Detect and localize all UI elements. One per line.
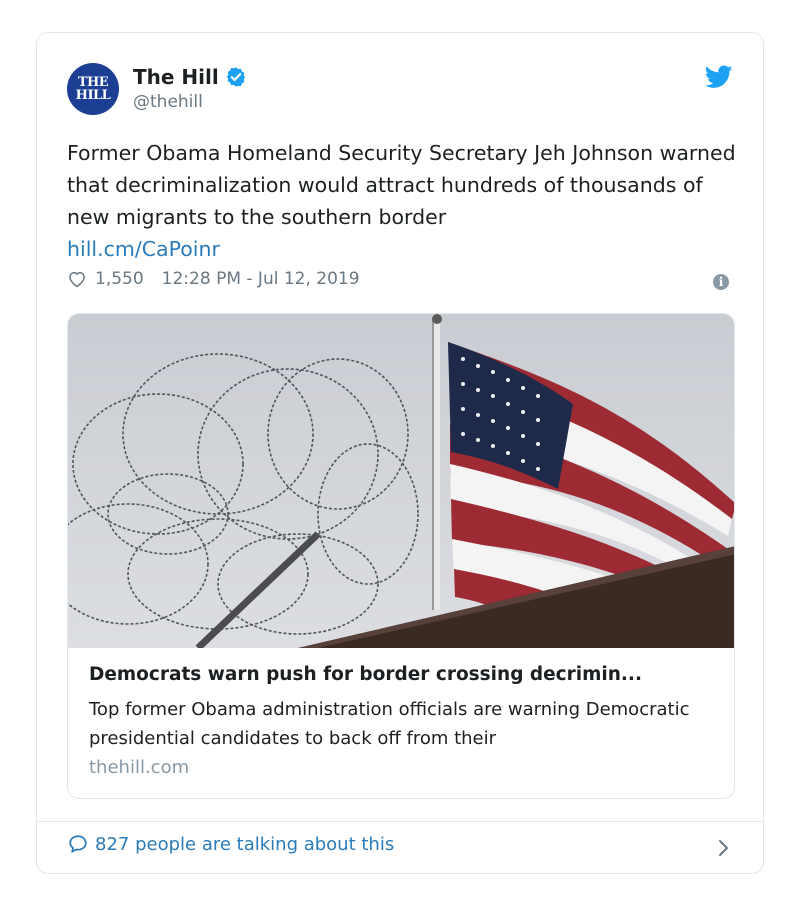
- avatar-text-line2: HILL: [75, 88, 111, 103]
- info-icon[interactable]: i: [713, 274, 729, 290]
- author-name[interactable]: The Hill: [133, 65, 219, 89]
- divider: [37, 821, 763, 822]
- link-card-description: Top former Obama administration official…: [89, 699, 690, 749]
- conversation-text[interactable]: 827 people are talking about this: [95, 834, 394, 855]
- tweet-embed-card: THE HILL The Hill @thehill Former Obama …: [36, 32, 764, 874]
- verified-icon: [226, 67, 245, 87]
- comment-bubble-icon: [69, 835, 87, 853]
- link-preview-image[interactable]: [68, 314, 735, 648]
- link-card-title[interactable]: Democrats warn push for border crossing …: [89, 664, 719, 685]
- link-preview-card[interactable]: Democrats warn push for border crossing …: [67, 313, 735, 799]
- link-card-domain: thehill.com: [89, 757, 190, 778]
- conversation-link[interactable]: 827 people are talking about this: [67, 833, 394, 855]
- avatar[interactable]: THE HILL: [67, 63, 119, 115]
- timestamp[interactable]: 12:28 PM - Jul 12, 2019: [162, 269, 360, 289]
- tweet-body: Former Obama Homeland Security Secretary…: [67, 141, 736, 229]
- author-name-row[interactable]: The Hill: [133, 65, 247, 89]
- like-count[interactable]: 1,550: [95, 269, 144, 289]
- tweet-link[interactable]: hill.cm/CaPoinr: [67, 233, 747, 265]
- chevron-right-icon[interactable]: [717, 837, 731, 859]
- heart-icon[interactable]: [67, 269, 87, 289]
- author-handle[interactable]: @thehill: [133, 92, 203, 112]
- twitter-bird-icon[interactable]: [705, 65, 733, 89]
- tweet-text: Former Obama Homeland Security Secretary…: [67, 137, 747, 265]
- tweet-meta: 1,550 12:28 PM - Jul 12, 2019: [67, 269, 360, 289]
